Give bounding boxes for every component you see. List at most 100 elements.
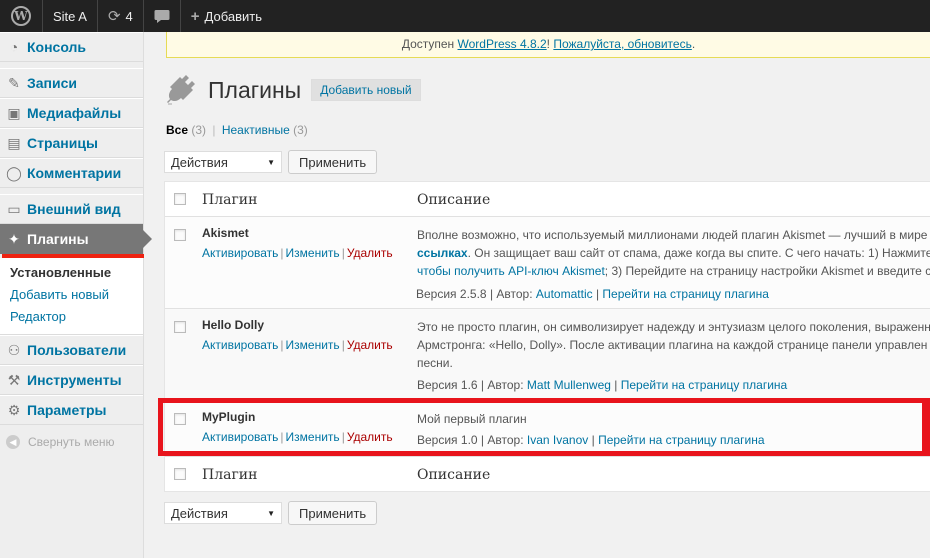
author-label: Автор: [487, 378, 524, 392]
appearance-icon: ▭ [7, 200, 21, 217]
author-link[interactable]: Ivan Ivanov [527, 433, 588, 447]
table-footer: Плагин Описание [165, 456, 930, 491]
delete-link[interactable]: Удалить [347, 246, 393, 260]
description-line: песни. [417, 356, 453, 370]
description-line: ссылках. Он защищает ваш сайт от спама, … [417, 244, 930, 262]
api-key-link[interactable]: чтобы получить API-ключ Akismet [417, 264, 605, 278]
bulk-action-selected: Действия [171, 505, 228, 521]
column-header-description: Описание [417, 192, 491, 208]
plugin-checkbox[interactable] [174, 413, 186, 425]
dropdown-arrow-icon: ▼ [267, 508, 275, 518]
plugin-row-actions: Активировать | Изменить | Удалить [202, 338, 393, 352]
sidebar-item-tools[interactable]: ⚒ Инструменты [0, 365, 143, 395]
updates-icon: ⟳ [107, 8, 121, 25]
comment-icon: ◯ [6, 164, 22, 181]
plus-icon: + [190, 7, 200, 25]
select-all-checkbox[interactable] [174, 193, 186, 205]
delete-link[interactable]: Удалить [347, 430, 393, 444]
sidebar-item-label: Плагины [27, 231, 89, 247]
plugins-submenu: Установленные Добавить новый Редактор [0, 258, 143, 335]
wordpress-logo-icon: W [11, 6, 31, 26]
bulk-action-selected: Действия [171, 154, 228, 170]
site-name-link[interactable]: Site A [43, 0, 97, 32]
plugin-row-actions: Активировать | Изменить | Удалить [202, 430, 393, 444]
filter-all-link[interactable]: Все [166, 123, 188, 137]
sidebar-item-label: Консоль [27, 39, 87, 55]
plugin-name: MyPlugin [202, 410, 256, 424]
plugin-icon [167, 75, 195, 105]
sidebar-item-label: Параметры [27, 402, 107, 418]
updates-link[interactable]: ⟳ 4 [98, 0, 143, 32]
column-header-plugin[interactable]: Плагин [202, 192, 257, 208]
collapse-menu-button[interactable]: ◀ Свернуть меню [0, 425, 143, 449]
media-icon: ▣ [7, 104, 21, 121]
column-footer-description: Описание [417, 467, 491, 483]
action-separator: | [341, 430, 345, 444]
sidebar-item-pages[interactable]: ▤ Страницы [0, 128, 143, 158]
edit-link[interactable]: Изменить [286, 246, 340, 260]
wordpress-logo-button[interactable]: W [0, 0, 42, 32]
activate-link[interactable]: Активировать [202, 430, 278, 444]
submenu-item-add-new[interactable]: Добавить новый [0, 284, 143, 306]
description-link[interactable]: ссылках [417, 246, 468, 260]
sidebar-item-comments[interactable]: ◯ Комментарии [0, 158, 143, 188]
table-row: Hello Dolly Активировать | Изменить | Удалит… [165, 309, 930, 401]
bulk-action-select[interactable]: Действия ▼ [164, 502, 282, 524]
filter-separator: | [212, 123, 216, 137]
plugins-table: Плагин Описание Akismet Активировать | Изм… [164, 181, 930, 492]
author-link[interactable]: Automattic [536, 287, 593, 301]
edit-link[interactable]: Изменить [286, 338, 340, 352]
sidebar-item-users[interactable]: ⚇ Пользователи [0, 335, 143, 365]
filter-inactive-link[interactable]: Неактивные [222, 123, 290, 137]
add-new-menu[interactable]: + Добавить [181, 0, 272, 32]
action-separator: | [280, 246, 284, 260]
sidebar-item-label: Записи [27, 75, 78, 91]
sidebar-item-label: Медиафайлы [27, 105, 122, 121]
author-link[interactable]: Matt Mullenweg [527, 378, 611, 392]
submenu-item-installed[interactable]: Установленные [0, 262, 143, 284]
sidebar-item-dashboard[interactable]: ◔ Консоль [0, 32, 143, 62]
author-label: Автор: [487, 433, 524, 447]
comments-link[interactable] [144, 0, 180, 32]
activate-link[interactable]: Активировать [202, 246, 278, 260]
admin-bar: W Site A ⟳ 4 + Добавить [0, 0, 930, 32]
apply-button[interactable]: Применить [288, 150, 378, 174]
tools-icon: ⚒ [7, 371, 21, 388]
version-label: Версия [416, 287, 457, 301]
sidebar-item-plugins[interactable]: ✦ Плагины [0, 224, 152, 254]
plugin-page-link[interactable]: Перейти на страницу плагина [598, 433, 764, 447]
plugin-meta: Версия 1.0 | Автор: Ivan Ivanov | Перейт… [417, 433, 765, 447]
version-value: 1.0 [460, 433, 478, 447]
update-notice: Доступен WordPress 4.8.2! Пожалуйста, об… [166, 32, 930, 58]
column-footer-plugin[interactable]: Плагин [202, 467, 257, 483]
sidebar-item-label: Страницы [27, 135, 98, 151]
description-text: . Он защищает ваш сайт от спама, даже ко… [467, 246, 930, 260]
submenu-item-editor[interactable]: Редактор [0, 306, 143, 328]
version-value: 1.6 [460, 378, 478, 392]
update-now-link[interactable]: Пожалуйста, обновитесь [553, 37, 692, 51]
plugin-page-link[interactable]: Перейти на страницу плагина [602, 287, 768, 301]
sidebar-item-media[interactable]: ▣ Медиафайлы [0, 98, 143, 128]
wordpress-version-link[interactable]: WordPress 4.8.2 [458, 37, 547, 51]
activate-link[interactable]: Активировать [202, 338, 278, 352]
action-separator: | [280, 338, 284, 352]
select-all-checkbox[interactable] [174, 468, 186, 480]
sidebar-item-appearance[interactable]: ▭ Внешний вид [0, 194, 143, 224]
sidebar-item-label: Инструменты [27, 372, 122, 388]
users-icon: ⚇ [7, 341, 21, 358]
notice-text: . [691, 37, 696, 51]
edit-link[interactable]: Изменить [286, 430, 340, 444]
bulk-action-select[interactable]: Действия ▼ [164, 151, 282, 173]
dropdown-arrow-icon: ▼ [267, 157, 275, 167]
plugin-name: Akismet [202, 226, 249, 240]
sidebar-item-settings[interactable]: ⚙ Параметры [0, 395, 143, 425]
plugin-checkbox[interactable] [174, 229, 186, 241]
delete-link[interactable]: Удалить [347, 338, 393, 352]
plugin-checkbox[interactable] [174, 321, 186, 333]
plugin-page-link[interactable]: Перейти на страницу плагина [621, 378, 787, 392]
apply-button[interactable]: Применить [288, 501, 378, 525]
sidebar-item-posts[interactable]: ✎ Записи [0, 68, 143, 98]
add-new-plugin-button[interactable]: Добавить новый [311, 79, 421, 101]
filter-inactive-count: (3) [293, 123, 308, 137]
author-label: Автор: [496, 287, 533, 301]
